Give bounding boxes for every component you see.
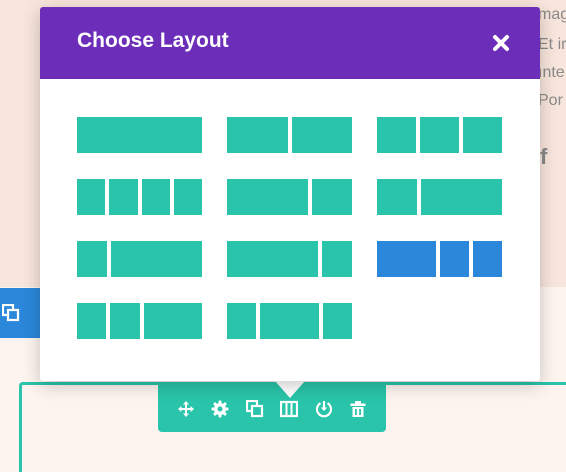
layout-column (143, 303, 202, 339)
duplicate-icon[interactable] (245, 399, 265, 419)
layout-option-1-4x4[interactable] (77, 179, 202, 215)
layout-option-1-4-1-2-1-4[interactable] (227, 303, 352, 339)
layout-column (110, 303, 140, 339)
background-text-line: Et ir (538, 36, 566, 53)
choose-layout-modal: Choose Layout (40, 7, 540, 381)
layout-column (377, 241, 436, 277)
layout-option-1-4-1-4-1-2[interactable] (77, 303, 202, 339)
layout-column (111, 241, 202, 277)
layout-column (227, 303, 257, 339)
columns-icon[interactable] (279, 399, 299, 419)
layout-column (77, 117, 202, 153)
section-toolbar[interactable] (0, 288, 40, 338)
background-text-line: ınte (538, 64, 565, 81)
layout-option-1-2-1-2[interactable] (227, 117, 352, 153)
layout-column (77, 303, 107, 339)
layout-column (227, 117, 288, 153)
settings-icon[interactable] (210, 399, 230, 419)
layout-option-1-3-1-3-1-3[interactable] (377, 117, 502, 153)
close-icon[interactable] (492, 34, 510, 52)
layout-column (77, 179, 106, 215)
layout-column (291, 117, 352, 153)
layout-column (421, 179, 502, 215)
duplicate-icon[interactable] (2, 304, 20, 322)
row-toolbar (158, 385, 386, 432)
save-icon[interactable] (314, 399, 334, 419)
layout-column (109, 179, 138, 215)
layout-column (311, 179, 352, 215)
layout-option-1[interactable] (77, 117, 202, 153)
layout-column (141, 179, 170, 215)
layout-column (377, 117, 416, 153)
layout-column (472, 241, 502, 277)
layout-option-1-2-1-4-1-4[interactable] (377, 241, 502, 277)
layout-column (322, 303, 352, 339)
layout-option-1-3-2-3[interactable] (377, 179, 502, 215)
background-text-line: mag (538, 6, 566, 23)
layout-column (227, 179, 308, 215)
layout-option-3-4-1-4[interactable] (227, 241, 352, 277)
modal-pointer (275, 381, 305, 398)
layout-column (420, 117, 459, 153)
background-text-line: Por (538, 92, 563, 109)
layout-column (227, 241, 318, 277)
layout-option-1-4-3-4[interactable] (77, 241, 202, 277)
layout-column (463, 117, 502, 153)
facebook-icon[interactable]: f (540, 144, 547, 170)
layout-column (77, 241, 108, 277)
move-icon[interactable] (176, 399, 196, 419)
modal-title: Choose Layout (77, 29, 229, 52)
modal-header: Choose Layout (40, 7, 540, 79)
layout-column (439, 241, 469, 277)
delete-icon[interactable] (348, 399, 368, 419)
layout-column (260, 303, 319, 339)
layout-column (321, 241, 352, 277)
layout-column (173, 179, 202, 215)
layout-option-2-3-1-3[interactable] (227, 179, 352, 215)
layout-column (377, 179, 418, 215)
